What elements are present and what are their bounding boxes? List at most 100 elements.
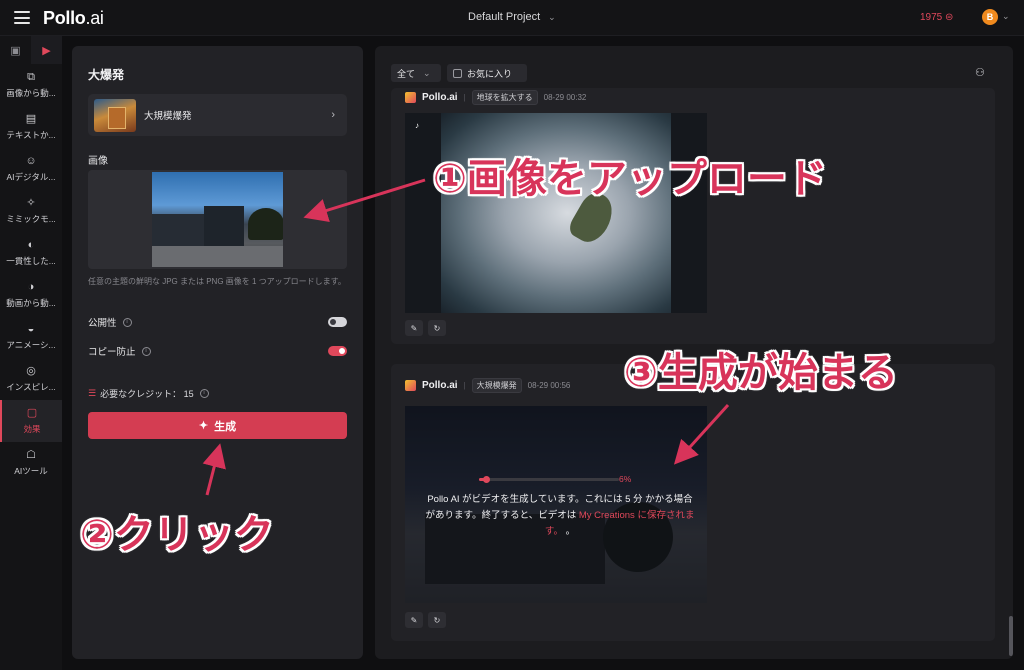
sidebar-item-label: 画像から動...	[6, 88, 56, 98]
sidebar-item-label: 動画から動...	[6, 298, 56, 308]
separator: |	[463, 93, 466, 102]
text-to-video-icon: ▤	[25, 113, 37, 125]
generate-label: 生成	[214, 420, 237, 433]
video-tab-icon[interactable]: ▶	[31, 36, 62, 64]
favorites-filter[interactable]: お気に入り	[447, 64, 527, 82]
share-icon[interactable]: ⚇	[975, 66, 985, 79]
ai-digital-icon: ☺	[25, 155, 37, 167]
upload-help-text: 任意の主題の鮮明な JPG または PNG 画像を 1 つアップロードします。	[88, 277, 346, 286]
chevron-down-icon: ⌄	[548, 11, 556, 22]
card-actions: ✎ ↻	[405, 320, 446, 336]
sidebar-item-animation[interactable]: ◒ アニメーシ...	[0, 316, 62, 358]
mimic-icon: ✧	[26, 197, 36, 209]
filter-select[interactable]: 全て ⌄	[391, 64, 441, 82]
sidebar-item-image-to-video[interactable]: ⧉ 画像から動...	[0, 64, 62, 106]
favorites-checkbox[interactable]	[453, 68, 462, 78]
sidebar-item-label: 一貫性した...	[6, 256, 56, 266]
copy-protect-label: コピー防止	[88, 347, 136, 358]
card-brand: Pollo.ai	[422, 92, 458, 103]
sparkle-icon: ✦	[198, 420, 209, 432]
generate-button[interactable]: ✦ 生成	[88, 412, 347, 439]
timestamp: 08-29 00:56	[527, 381, 571, 390]
avatar[interactable]: B	[982, 9, 998, 25]
timestamp: 08-29 00:32	[543, 93, 587, 102]
annotation-step-1: ①画像をアップロード	[433, 157, 827, 201]
panel-title: 大爆発	[88, 68, 125, 82]
message-end: 。	[562, 526, 576, 537]
card-header: Pollo.ai | 地球を拡大する 08-29 00:32	[405, 90, 586, 105]
pollo-logo-icon	[405, 380, 416, 391]
sidebar-item-ai-tools[interactable]: ☖ AIツール	[0, 442, 62, 484]
project-selector[interactable]: Default Project ⌄	[468, 11, 556, 23]
tiktok-icon[interactable]: ♪	[415, 121, 419, 130]
effect-tag: 大規模爆発	[471, 378, 522, 393]
sidebar-item-mimic[interactable]: ✧ ミミックモ...	[0, 190, 62, 232]
credits-value: 1975	[920, 12, 943, 23]
annotation-step-3: ③生成が始まる	[624, 351, 898, 395]
animation-icon: ◒	[27, 323, 35, 335]
progress-percent: 6%	[619, 474, 632, 484]
image-label: 画像	[88, 156, 108, 167]
brand-suffix: .ai	[85, 8, 104, 28]
card-actions: ✎ ↻	[405, 612, 446, 628]
effects-icon: ▢	[26, 407, 38, 419]
regenerate-icon[interactable]: ↻	[428, 612, 446, 628]
sidebar-item-label: テキストか...	[6, 130, 56, 140]
sidebar-item-inspiration[interactable]: ◎ インスピレ...	[0, 358, 62, 400]
sidebar-item-label: ミミックモ...	[6, 214, 56, 224]
sidebar-tabs: ▣ ▶	[0, 36, 62, 64]
brand-logo[interactable]: Pollo.ai	[43, 8, 104, 29]
menu-icon[interactable]	[14, 11, 30, 24]
info-icon[interactable]: i	[141, 346, 151, 356]
sidebar-item-label: インスピレ...	[6, 382, 56, 392]
regenerate-icon[interactable]: ↻	[428, 320, 446, 336]
effect-tag: 地球を拡大する	[471, 90, 538, 105]
brand-name: Pollo	[43, 8, 86, 28]
image-to-video-icon: ⧉	[27, 71, 35, 83]
public-toggle[interactable]	[328, 317, 347, 327]
pollo-logo-icon	[405, 92, 416, 103]
image-tab-icon[interactable]: ▣	[0, 36, 31, 64]
coin-icon: ☰	[88, 388, 97, 398]
edit-icon[interactable]: ✎	[405, 612, 423, 628]
earth-video-frame	[441, 113, 671, 313]
copy-protect-row: コピー防止 i	[88, 343, 347, 359]
sidebar-item-effects[interactable]: ▢ 効果	[0, 400, 62, 442]
sidebar-item-video-to-video[interactable]: ◑ 動画から動...	[0, 274, 62, 316]
effect-selector[interactable]: 大規模爆発 ›	[88, 94, 347, 136]
project-name: Default Project	[468, 11, 541, 23]
favorites-label: お気に入り	[467, 68, 513, 79]
separator: |	[463, 381, 466, 390]
edit-icon[interactable]: ✎	[405, 320, 423, 336]
annotation-step-2: ②クリック	[80, 513, 274, 557]
required-credits: ☰ 必要なクレジット： 15 i	[88, 387, 209, 400]
sidebar-item-ai-digital[interactable]: ☺ AIデジタル...	[0, 148, 62, 190]
chevron-down-icon[interactable]: ⌄	[1002, 11, 1010, 22]
image-upload-area[interactable]	[88, 170, 347, 269]
progress-bar	[479, 476, 619, 483]
public-row: 公開性 i	[88, 314, 347, 330]
public-label: 公開性	[88, 318, 117, 329]
info-icon[interactable]: i	[122, 317, 132, 327]
sidebar-item-label: アニメーシ...	[6, 340, 56, 350]
top-bar: Pollo.ai Default Project ⌄ 1975 ⊜ B ⌄	[0, 0, 1024, 36]
sidebar-item-label: AIツール	[14, 466, 48, 476]
copy-protect-toggle[interactable]	[328, 346, 347, 356]
effect-thumbnail	[94, 98, 136, 132]
sidebar-item-consistency[interactable]: ◐ 一貫性した...	[0, 232, 62, 274]
uploaded-image-preview	[152, 172, 283, 267]
chevron-down-icon: ⌄	[423, 67, 431, 78]
video-to-video-icon: ◑	[27, 281, 35, 293]
scrollbar[interactable]	[1009, 616, 1013, 656]
effect-name: 大規模爆発	[144, 111, 192, 122]
video-thumbnail[interactable]: ♪	[405, 113, 707, 313]
sidebar-item-label: AIデジタル...	[6, 172, 56, 182]
inspiration-icon: ◎	[26, 365, 36, 377]
credits-counter[interactable]: 1975 ⊜	[920, 12, 953, 23]
info-icon[interactable]: i	[199, 389, 209, 398]
required-credits-text: 必要なクレジット： 15	[100, 389, 194, 399]
card-header: Pollo.ai | 大規模爆発 08-29 00:56	[405, 378, 570, 393]
creation-card: Pollo.ai | 地球を拡大する 08-29 00:32 ♪ ✎ ↻	[391, 88, 995, 344]
sidebar-item-text-to-video[interactable]: ▤ テキストか...	[0, 106, 62, 148]
chevron-right-icon: ›	[331, 109, 335, 121]
